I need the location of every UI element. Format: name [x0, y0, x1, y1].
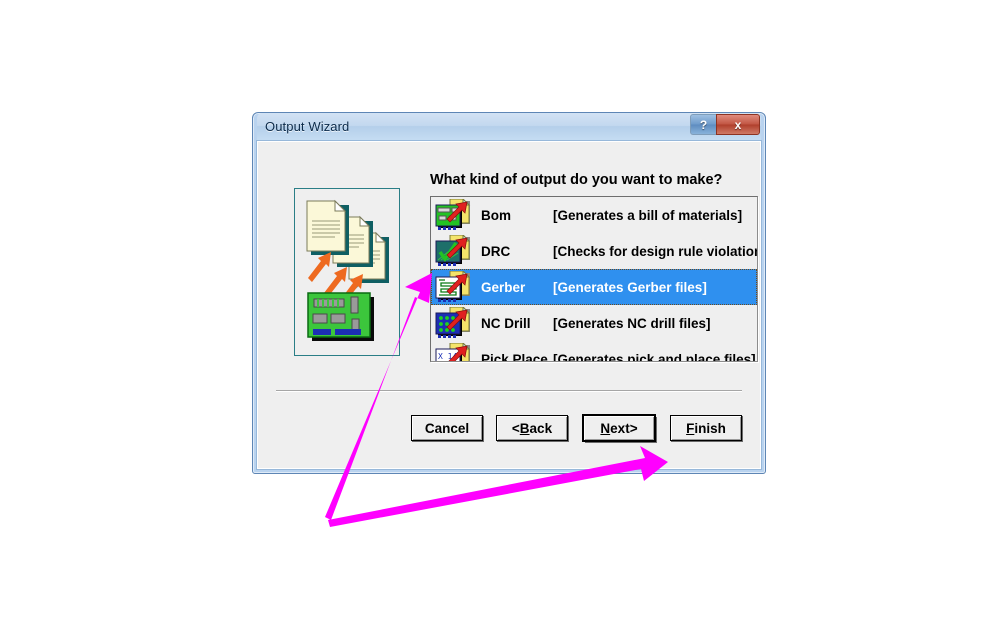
pcb-to-documents-illustration [294, 188, 400, 356]
next-suffix: > [629, 420, 638, 436]
list-item-drc[interactable]: DRC [Checks for design rule violations] [431, 233, 757, 269]
list-item-description: [Generates Gerber files] [553, 279, 707, 295]
output-wizard-dialog: Output Wizard ? x What kind of output do… [252, 112, 766, 474]
nc-drill-icon [435, 307, 473, 339]
list-item-description: [Checks for design rule violations] [553, 243, 758, 259]
back-prefix: < [511, 420, 520, 436]
list-item-name: Bom [481, 207, 511, 223]
list-item-nc-drill[interactable]: NC Drill [Generates NC drill files] [431, 305, 757, 341]
list-item-name: DRC [481, 243, 511, 259]
close-button[interactable]: x [716, 114, 760, 135]
next-accel: N [600, 420, 611, 436]
finish-button[interactable]: Finish [670, 415, 742, 441]
dialog-client-area: What kind of output do you want to make? [256, 140, 762, 470]
back-button[interactable]: < Back [496, 415, 568, 441]
window-title: Output Wizard [265, 119, 350, 134]
bom-icon [435, 199, 473, 231]
gerber-icon [435, 271, 473, 303]
finish-rest: inish [694, 420, 726, 436]
button-bar: Cancel < Back Next > Finish [258, 414, 760, 442]
list-item-pick-place[interactable]: X 14 Y 30 Pick Place [Generates pick and pl… [431, 341, 757, 362]
divider [276, 390, 742, 392]
help-button[interactable]: ? [690, 114, 717, 135]
list-item-name: Gerber [481, 279, 526, 295]
back-rest: ack [529, 420, 553, 436]
list-item-gerber[interactable]: Gerber [Generates Gerber files] [431, 269, 757, 305]
page-title: What kind of output do you want to make? [430, 172, 723, 188]
window-controls: ? x [690, 114, 760, 136]
list-item-description: [Generates NC drill files] [553, 315, 711, 331]
finish-accel: F [686, 420, 695, 436]
list-item-description: [Generates a bill of materials] [553, 207, 743, 223]
list-item-name: NC Drill [481, 315, 531, 331]
next-button[interactable]: Next > [583, 415, 655, 441]
cancel-button[interactable]: Cancel [411, 415, 483, 441]
title-bar[interactable]: Output Wizard ? x [257, 113, 761, 141]
list-item-name: Pick Place [481, 351, 548, 362]
back-accel: B [519, 420, 530, 436]
svg-text:Y 30: Y 30 [438, 361, 457, 362]
list-item-bom[interactable]: Bom [Generates a bill of materials] [431, 197, 757, 233]
output-type-list[interactable]: Bom [Generates a bill of materials] DRC [Ch… [430, 196, 758, 362]
next-rest: ext [610, 420, 630, 436]
list-item-description: [Generates pick and place files] [553, 351, 756, 362]
drc-icon [435, 235, 473, 267]
dialog-inner: Output Wizard ? x What kind of output do… [256, 113, 762, 470]
pick-place-icon: X 14 Y 30 [435, 343, 473, 362]
